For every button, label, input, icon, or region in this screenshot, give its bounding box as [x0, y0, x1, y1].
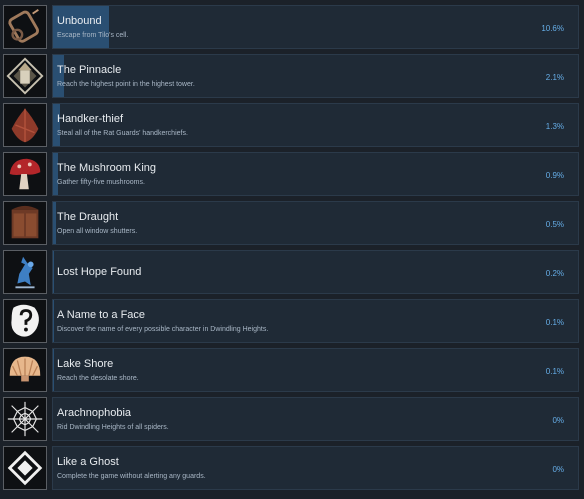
achievement-icon-box: [3, 103, 47, 147]
achievement-title: The Pinnacle: [57, 64, 122, 76]
achievement-panel: A Name to a Face Discover the name of ev…: [52, 299, 579, 343]
achievement-icon-box: [3, 446, 47, 490]
achievement-row-the-draught[interactable]: The Draught Open all window shutters. 0.…: [0, 201, 584, 245]
achievement-description: Reach the highest point in the highest t…: [57, 81, 195, 88]
achievement-panel: The Mushroom King Gather fifty-five mush…: [52, 152, 579, 196]
broken-shackle-icon: [8, 9, 40, 43]
achievement-row-unbound[interactable]: Unbound Escape from Tilo's cell. 10.6%: [0, 5, 584, 49]
achievement-panel: Lake Shore Reach the desolate shore. 0.1…: [52, 348, 579, 392]
achievement-panel: Unbound Escape from Tilo's cell. 10.6%: [52, 5, 579, 49]
rarity-progress-bar: [53, 153, 58, 195]
achievement-row-arachnophobia[interactable]: Arachnophobia Rid Dwindling Heights of a…: [0, 397, 584, 441]
achievement-description: Discover the name of every possible char…: [57, 326, 269, 333]
achievement-description: Open all window shutters.: [57, 228, 138, 235]
rarity-progress-bar: [53, 202, 56, 244]
achievement-percent: 0.2%: [545, 269, 564, 278]
achievement-percent: 0.1%: [545, 318, 564, 327]
achievement-row-handker-thief[interactable]: Handker-thief Steal all of the Rat Guard…: [0, 103, 584, 147]
achievement-icon-box: [3, 152, 47, 196]
achievement-title: Unbound: [57, 15, 102, 27]
achievement-percent: 2.1%: [545, 73, 564, 82]
ghost-figure-icon: [15, 256, 35, 289]
rarity-progress-bar: [53, 104, 60, 146]
rarity-progress-bar: [53, 6, 109, 48]
achievement-row-the-pinnacle[interactable]: The Pinnacle Reach the highest point in …: [0, 54, 584, 98]
achievement-icon-box: [3, 201, 47, 245]
achievement-panel: The Pinnacle Reach the highest point in …: [52, 54, 579, 98]
achievement-list: Unbound Escape from Tilo's cell. 10.6% T…: [0, 0, 584, 499]
rarity-progress-bar: [53, 300, 54, 342]
achievement-title: Arachnophobia: [57, 407, 132, 419]
achievement-description: Steal all of the Rat Guards' handkerchie…: [57, 130, 188, 137]
achievement-title: A Name to a Face: [57, 309, 146, 321]
achievement-percent: 0.9%: [545, 171, 564, 180]
handkerchief-icon: [11, 108, 39, 143]
achievement-title: Like a Ghost: [57, 456, 119, 468]
achievement-percent: 0%: [552, 416, 564, 425]
window-shutters-icon: [11, 205, 39, 239]
achievement-panel: Arachnophobia Rid Dwindling Heights of a…: [52, 397, 579, 441]
achievement-description: Rid Dwindling Heights of all spiders.: [57, 424, 169, 431]
achievement-icon-box: [3, 250, 47, 294]
achievement-title: Lost Hope Found: [57, 266, 142, 278]
achievement-title: The Mushroom King: [57, 162, 157, 174]
rarity-progress-bar: [53, 55, 65, 97]
achievement-row-the-mushroom-king[interactable]: The Mushroom King Gather fifty-five mush…: [0, 152, 584, 196]
mushroom-icon: [9, 158, 41, 190]
achievement-description: Complete the game without alerting any g…: [57, 473, 206, 480]
achievement-percent: 0.5%: [545, 220, 564, 229]
achievement-row-lake-shore[interactable]: Lake Shore Reach the desolate shore. 0.1…: [0, 348, 584, 392]
achievement-panel: The Draught Open all window shutters. 0.…: [52, 201, 579, 245]
achievement-description: Gather fifty-five mushrooms.: [57, 179, 145, 186]
achievement-icon-box: [3, 348, 47, 392]
achievement-panel: Lost Hope Found 0.2%: [52, 250, 579, 294]
achievement-row-lost-hope-found[interactable]: Lost Hope Found 0.2%: [0, 250, 584, 294]
seashell-icon: [9, 356, 41, 382]
spider-web-icon: [7, 401, 43, 437]
achievement-percent: 0%: [552, 465, 564, 474]
achievement-icon-box: [3, 54, 47, 98]
achievement-title: Lake Shore: [57, 358, 114, 370]
diamond-eye-icon: [7, 450, 43, 486]
achievement-title: Handker-thief: [57, 113, 124, 125]
rarity-progress-bar: [53, 251, 55, 293]
achievement-icon-box: [3, 5, 47, 49]
achievement-icon-box: [3, 299, 47, 343]
achievement-row-like-a-ghost[interactable]: Like a Ghost Complete the game without a…: [0, 446, 584, 490]
achievement-panel: Handker-thief Steal all of the Rat Guard…: [52, 103, 579, 147]
achievement-row-a-name-to-a-face[interactable]: A Name to a Face Discover the name of ev…: [0, 299, 584, 343]
achievement-panel: Like a Ghost Complete the game without a…: [52, 446, 579, 490]
tower-compass-icon: [6, 57, 44, 95]
achievement-percent: 10.6%: [541, 24, 564, 33]
achievement-description: Reach the desolate shore.: [57, 375, 139, 382]
achievement-percent: 1.3%: [545, 122, 564, 131]
achievement-description: Escape from Tilo's cell.: [57, 32, 129, 39]
question-mark-face-icon: [11, 304, 39, 337]
rarity-progress-bar: [53, 349, 54, 391]
achievement-title: The Draught: [57, 211, 119, 223]
achievement-percent: 0.1%: [545, 367, 564, 376]
achievement-icon-box: [3, 397, 47, 441]
